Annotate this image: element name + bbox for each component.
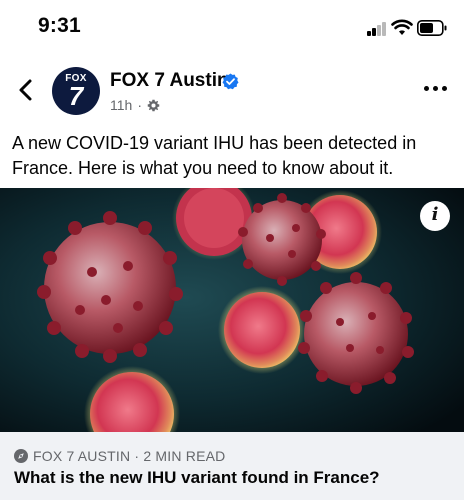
battery-icon [417, 20, 447, 36]
link-card[interactable] [0, 432, 464, 500]
link-source-text: FOX 7 AUSTIN · 2 MIN READ [33, 448, 226, 464]
wifi-icon [391, 19, 413, 35]
status-bar: 9:31 [0, 0, 464, 54]
page-name[interactable]: FOX 7 Austin [110, 70, 229, 92]
info-icon-label: i [431, 204, 439, 225]
coronavirus-illustration [0, 188, 464, 432]
meta-separator: · [137, 97, 142, 113]
post-meta: 11h · [110, 97, 160, 113]
more-options-icon[interactable] [424, 86, 448, 94]
verified-badge-icon [222, 73, 239, 90]
avatar[interactable]: FOX 7 [52, 67, 100, 115]
post-text: A new COVID-19 variant IHU has been dete… [12, 133, 417, 178]
link-title[interactable]: What is the new IHU variant found in Fra… [14, 468, 380, 488]
post-image[interactable] [0, 188, 464, 432]
cellular-signal-icon [367, 22, 387, 36]
status-time: 9:31 [38, 14, 81, 37]
link-source: FOX 7 AUSTIN · 2 MIN READ [14, 448, 225, 464]
post-time[interactable]: 11h [110, 97, 132, 113]
avatar-logo-number: 7 [68, 81, 84, 111]
gear-icon [147, 99, 160, 111]
compass-icon [14, 449, 28, 463]
back-chevron-icon[interactable] [16, 78, 36, 102]
info-icon[interactable]: i [420, 201, 450, 231]
